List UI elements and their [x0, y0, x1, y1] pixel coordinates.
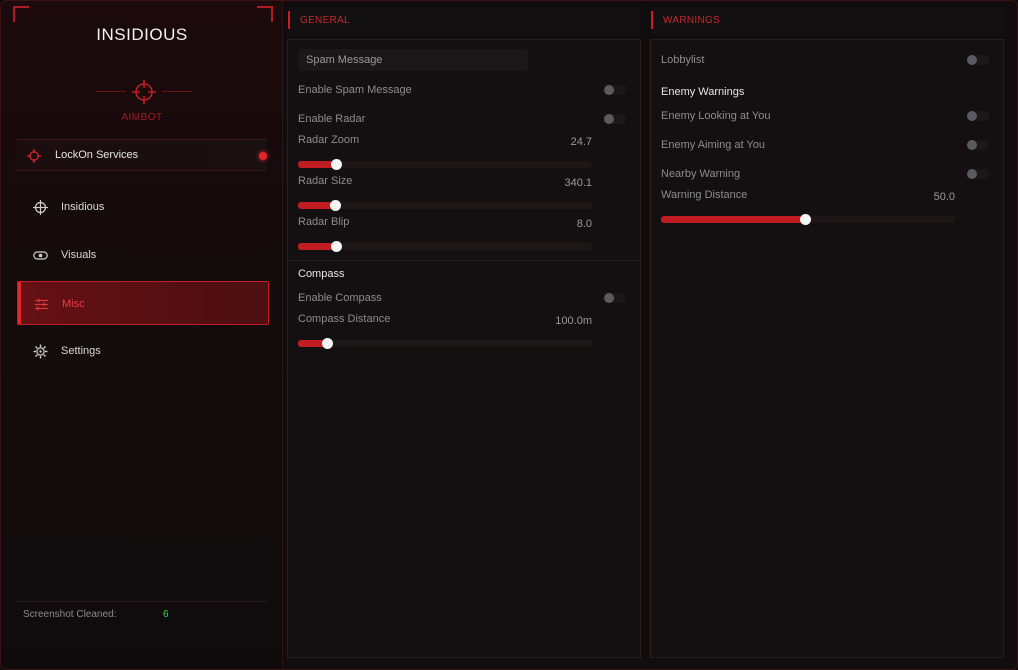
- enable-radar-toggle[interactable]: [604, 114, 626, 124]
- crosshair-icon: [33, 200, 48, 215]
- enable-compass-label: Enable Compass: [298, 292, 382, 304]
- warnings-panel: [650, 39, 1004, 658]
- general-panel: [287, 39, 641, 658]
- screenshot-cleaned-label: Screenshot Cleaned:: [23, 609, 117, 620]
- slider-knob[interactable]: [331, 241, 342, 252]
- app-window: INSIDIOUS AIMBOT LockOn Services Insidio…: [0, 0, 1018, 670]
- accent-bar: [288, 11, 290, 29]
- warning-distance-value: 50.0: [933, 191, 955, 203]
- compass-distance-label: Compass Distance: [298, 313, 391, 325]
- enemy-looking-label: Enemy Looking at You: [661, 110, 771, 122]
- enemy-aiming-toggle[interactable]: [967, 140, 989, 150]
- radar-size-label: Radar Size: [298, 175, 353, 187]
- general-title: GENERAL: [300, 15, 350, 26]
- sidebar-item-label: Settings: [61, 345, 101, 357]
- status-indicator: [259, 152, 267, 160]
- compass-distance-value: 100.0m: [555, 315, 592, 327]
- aimbot-label: AIMBOT: [121, 112, 163, 123]
- sidebar-item-misc[interactable]: Misc: [17, 281, 269, 325]
- slider-knob[interactable]: [330, 200, 341, 211]
- lobbylist-toggle[interactable]: [967, 55, 989, 65]
- nearby-warning-toggle[interactable]: [967, 169, 989, 179]
- app-title: INSIDIOUS: [96, 25, 188, 44]
- accent-bar: [651, 11, 653, 29]
- radar-size-value: 340.1: [564, 177, 592, 189]
- warning-distance-slider[interactable]: [661, 214, 955, 225]
- warnings-title: WARNINGS: [663, 15, 721, 26]
- divider: [17, 601, 267, 602]
- crosshair-icon: [27, 149, 41, 163]
- aimbot-logo: [96, 79, 192, 105]
- slider-knob[interactable]: [331, 159, 342, 170]
- compass-section-title: Compass: [298, 268, 345, 280]
- radar-zoom-slider[interactable]: [298, 159, 592, 170]
- slider-fill: [661, 216, 805, 223]
- sidebar-item-label: Misc: [62, 298, 85, 310]
- screenshot-cleaned-count: 6: [163, 609, 169, 620]
- lockon-services-label: LockOn Services: [55, 149, 139, 161]
- sidebar: INSIDIOUS AIMBOT LockOn Services Insidio…: [1, 1, 283, 669]
- radar-blip-value: 8.0: [576, 218, 592, 230]
- corner-bracket-top-right: [257, 6, 273, 22]
- enable-spam-label: Enable Spam Message: [298, 84, 412, 96]
- enemy-aiming-label: Enemy Aiming at You: [661, 139, 765, 151]
- warnings-header: WARNINGS: [651, 7, 1004, 33]
- crosshair-icon: [131, 79, 157, 105]
- sliders-icon: [34, 297, 49, 312]
- enable-spam-toggle[interactable]: [604, 85, 626, 95]
- nearby-warning-label: Nearby Warning: [661, 168, 741, 180]
- sidebar-item-label: Insidious: [61, 201, 105, 213]
- warning-distance-label: Warning Distance: [661, 189, 748, 201]
- eye-icon: [33, 248, 48, 263]
- slider-knob[interactable]: [322, 338, 333, 349]
- enable-radar-label: Enable Radar: [298, 113, 366, 125]
- radar-size-slider[interactable]: [298, 200, 592, 211]
- sidebar-item-insidious[interactable]: Insidious: [17, 185, 269, 229]
- slider-knob[interactable]: [800, 214, 811, 225]
- general-header: GENERAL: [288, 7, 641, 33]
- enemy-warnings-section-title: Enemy Warnings: [661, 86, 745, 98]
- lobbylist-label: Lobbylist: [661, 54, 705, 66]
- gear-icon: [33, 344, 48, 359]
- lockon-services-item[interactable]: LockOn Services: [17, 139, 267, 171]
- radar-zoom-value: 24.7: [570, 136, 592, 148]
- corner-bracket-top-left: [13, 6, 29, 22]
- radar-blip-slider[interactable]: [298, 241, 592, 252]
- spam-message-input[interactable]: [298, 49, 528, 71]
- enable-compass-toggle[interactable]: [604, 293, 626, 303]
- divider: [288, 260, 640, 261]
- compass-distance-slider[interactable]: [298, 338, 592, 349]
- sidebar-item-visuals[interactable]: Visuals: [17, 233, 269, 277]
- enemy-looking-toggle[interactable]: [967, 111, 989, 121]
- radar-zoom-label: Radar Zoom: [298, 134, 360, 146]
- sidebar-item-settings[interactable]: Settings: [17, 329, 269, 373]
- sidebar-item-label: Visuals: [61, 249, 97, 261]
- radar-blip-label: Radar Blip: [298, 216, 350, 228]
